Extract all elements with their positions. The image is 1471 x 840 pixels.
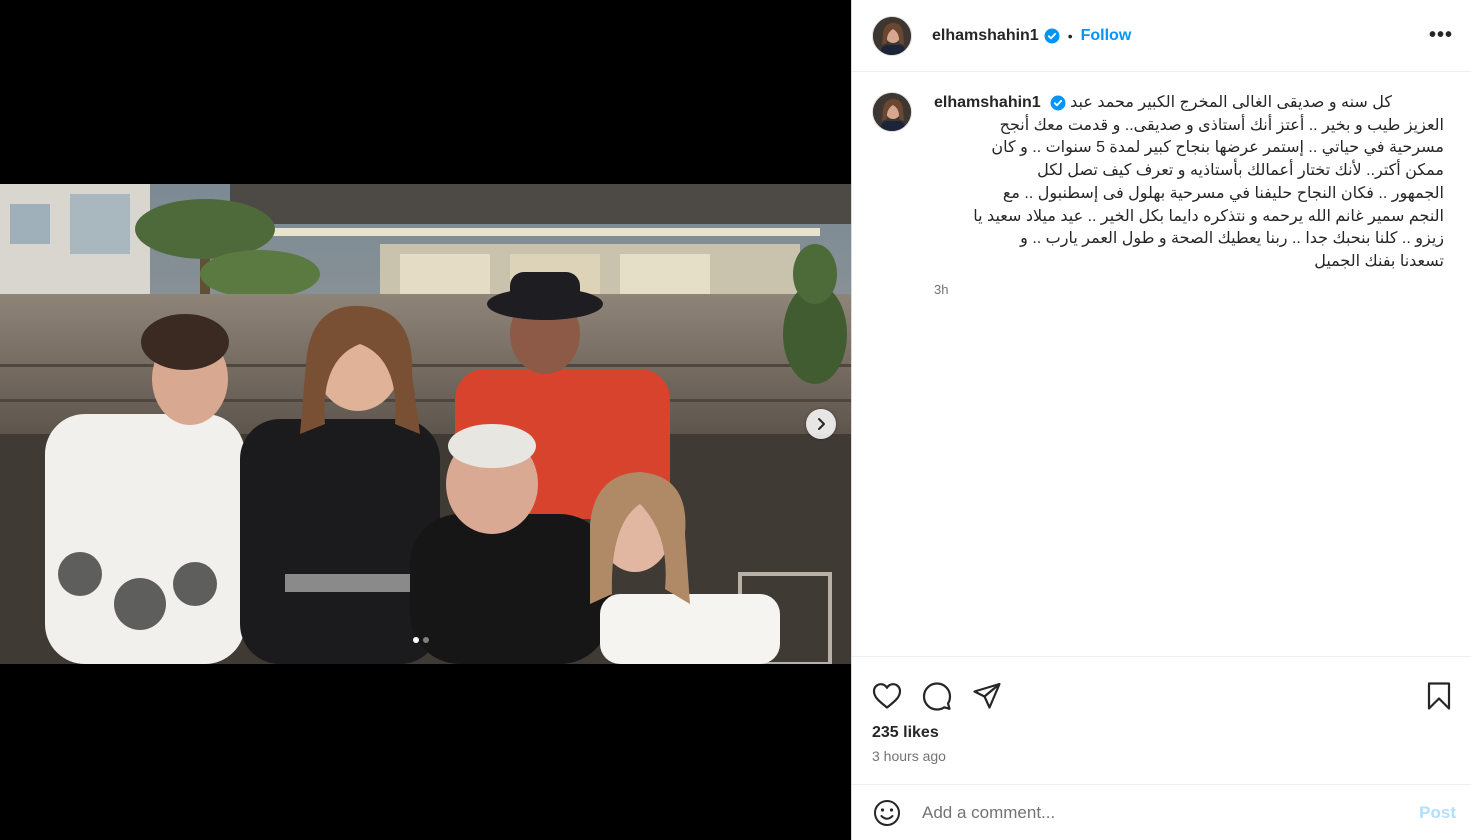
- avatar[interactable]: [872, 15, 912, 56]
- verified-badge-icon: [1050, 95, 1066, 111]
- separator-dot: •: [1067, 27, 1073, 44]
- caption-line: تسعدنا بفنك الجميل: [1314, 252, 1444, 270]
- save-button[interactable]: [1422, 679, 1456, 713]
- like-button[interactable]: [870, 679, 904, 713]
- smiley-icon: [874, 799, 900, 826]
- caption-line: مسرحية في حياتي .. إستمر عرضها بنجاح كبي…: [991, 139, 1444, 157]
- post-photo[interactable]: [0, 184, 851, 664]
- post-actions-block: 235 likes 3 hours ago: [852, 656, 1471, 764]
- comment-button[interactable]: [920, 679, 954, 713]
- avatar-image: [873, 93, 911, 131]
- carousel-indicator: [413, 637, 429, 643]
- caption-line: ممكن أكتر.. لأنك تختار أعمالك بأستاذيه و…: [1037, 162, 1444, 180]
- post-timestamp[interactable]: 3 hours ago: [852, 742, 1471, 764]
- carousel-dot: [423, 637, 429, 643]
- caption-timestamp[interactable]: 3h: [934, 282, 1444, 297]
- photo-illustration: [0, 184, 851, 664]
- caption-username[interactable]: elhamshahin1: [934, 94, 1041, 111]
- emoji-button[interactable]: [872, 798, 902, 828]
- caption-line: الجمهور .. فكان النجاح حليفنا في مسرحية …: [1002, 184, 1444, 202]
- caption-line-text: كل سنه و صديقى الغالى المخرج الكبير محمد…: [1070, 94, 1392, 111]
- media-area: [0, 0, 851, 840]
- comment-input[interactable]: [922, 802, 1420, 823]
- action-bar: [852, 657, 1471, 719]
- comment-bubble-icon: [922, 682, 952, 711]
- bookmark-icon: [1427, 682, 1451, 710]
- caption-text: elhamshahin1 كل سنه و صديقى الغالى المخر…: [934, 92, 1444, 274]
- post-side-panel: elhamshahin1 • Follow ••• elhamshahin1 ك…: [851, 0, 1471, 840]
- caption-avatar[interactable]: [872, 92, 912, 132]
- post-comment-button[interactable]: Post: [1419, 803, 1456, 823]
- post-header: elhamshahin1 • Follow •••: [852, 0, 1471, 72]
- carousel-dot-active: [413, 637, 419, 643]
- caption-line: elhamshahin1 كل سنه و صديقى الغالى المخر…: [934, 92, 1444, 115]
- more-options-button[interactable]: •••: [1429, 24, 1453, 47]
- verified-badge-icon: [1044, 28, 1060, 44]
- caption-area: elhamshahin1 كل سنه و صديقى الغالى المخر…: [872, 92, 1452, 652]
- caption-line: زيزو .. كلنا بنحبك جدا .. ربنا يعطيك الص…: [1020, 230, 1444, 248]
- caption-line: العزيز طيب و بخير .. أعتز أنك أستاذى و ص…: [999, 116, 1444, 134]
- username-link[interactable]: elhamshahin1: [932, 27, 1039, 45]
- caption-body: elhamshahin1 كل سنه و صديقى الغالى المخر…: [934, 92, 1444, 297]
- heart-icon: [872, 683, 902, 709]
- follow-button[interactable]: Follow: [1081, 27, 1132, 45]
- likes-count[interactable]: 235 likes: [852, 719, 1471, 742]
- carousel-next-button[interactable]: [806, 409, 836, 439]
- comment-bar: Post: [852, 784, 1471, 840]
- caption-line: النجم سمير غانم الله يرحمه و نتذكره دايم…: [973, 207, 1444, 225]
- caption-row: elhamshahin1 كل سنه و صديقى الغالى المخر…: [872, 92, 1452, 297]
- avatar-image: [873, 16, 911, 55]
- chevron-right-icon: [818, 418, 825, 430]
- share-button[interactable]: [970, 679, 1004, 713]
- paper-plane-icon: [973, 682, 1001, 709]
